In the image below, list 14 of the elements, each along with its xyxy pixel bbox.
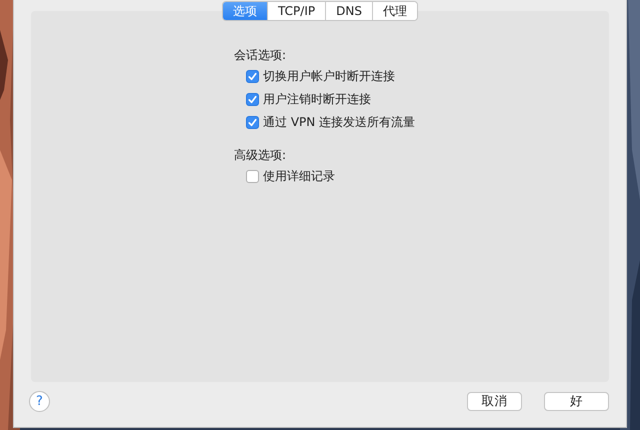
checkbox[interactable] xyxy=(246,170,259,183)
checkbox-label: 用户注销时断开连接 xyxy=(263,91,371,108)
checkbox-label: 使用详细记录 xyxy=(263,168,335,185)
checkbox[interactable] xyxy=(246,116,259,129)
dialog-button[interactable]: 取消 xyxy=(467,392,522,411)
section-heading: 高级选项: xyxy=(234,147,288,164)
checkbox[interactable] xyxy=(246,70,259,83)
checkbox-label: 通过 VPN 连接发送所有流量 xyxy=(263,114,416,131)
help-button[interactable]: ? xyxy=(29,391,50,412)
tab[interactable]: 代理 xyxy=(372,2,417,20)
section-heading: 会话选项: xyxy=(234,47,288,64)
dialog-button[interactable]: 好 xyxy=(544,392,609,411)
checkbox[interactable] xyxy=(246,93,259,106)
checkbox-label: 切换用户帐户时断开连接 xyxy=(263,68,395,85)
